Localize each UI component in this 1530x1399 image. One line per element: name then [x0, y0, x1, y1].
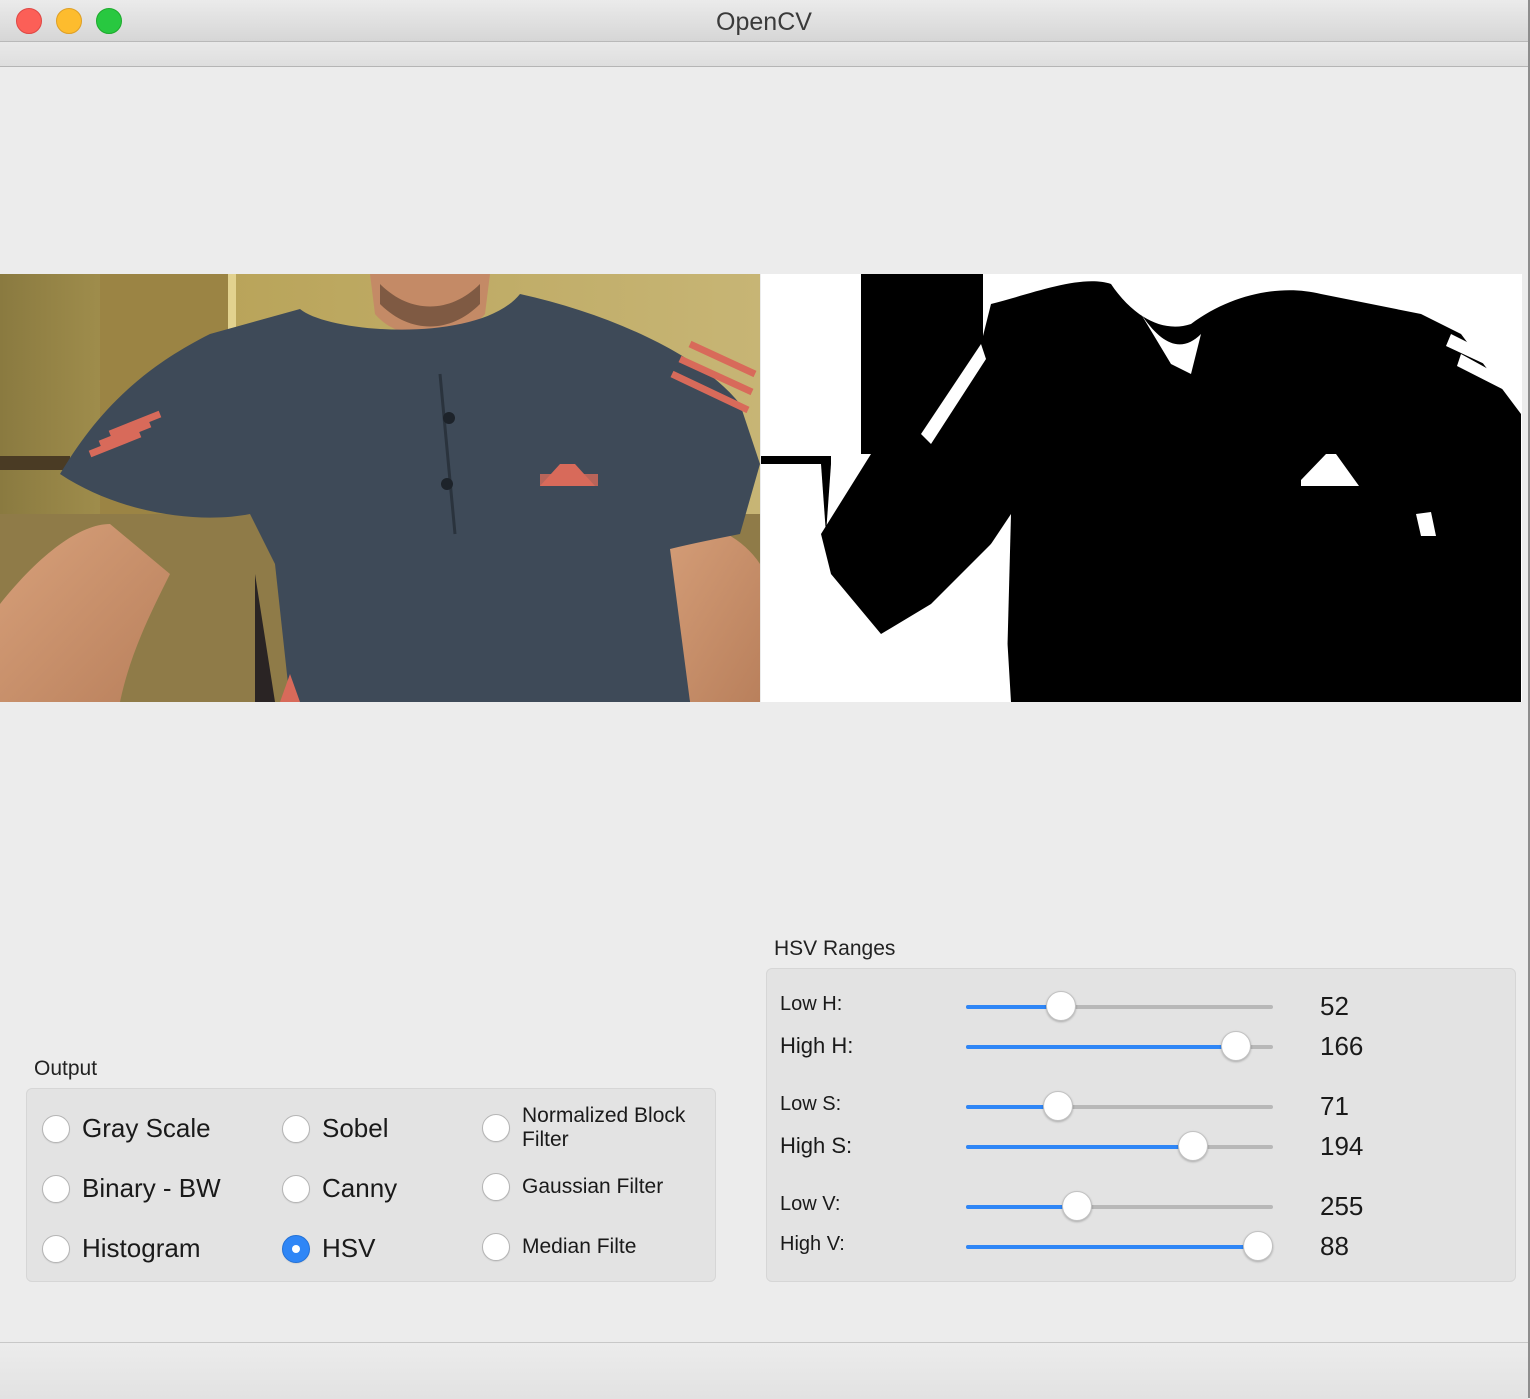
slider-label: Low H:: [780, 993, 843, 1015]
slider-fill: [966, 1205, 1077, 1209]
slider-value: 52: [1320, 991, 1349, 1021]
output-group-label: Output: [34, 1057, 98, 1080]
radio-label: Normalized Block Filter: [522, 1104, 686, 1151]
slider-thumb[interactable]: [1178, 1131, 1209, 1161]
slider-row-low-v: Low V: 255: [780, 1187, 1500, 1227]
slider-track[interactable]: [966, 1131, 1273, 1161]
hsv-mask-view: [761, 274, 1522, 702]
slider-thumb[interactable]: [1046, 991, 1077, 1021]
hsv-group-label: HSV Ranges: [774, 937, 896, 960]
radio-circle[interactable]: [42, 1174, 70, 1203]
slider-thumb[interactable]: [1043, 1091, 1074, 1121]
slider-row-high-v: High V: 88: [780, 1227, 1500, 1267]
slider-label: High H:: [780, 1033, 854, 1058]
radio-circle[interactable]: [482, 1114, 510, 1142]
slider-value: 71: [1320, 1091, 1349, 1121]
slider-track[interactable]: [966, 1231, 1273, 1261]
camera-view: [0, 274, 760, 702]
title-bar: OpenCV: [0, 0, 1528, 42]
slider-row-high-h: High H: 166: [780, 1027, 1500, 1067]
radio-median-filter[interactable]: Median Filte: [482, 1233, 636, 1261]
radio-circle[interactable]: [42, 1234, 70, 1263]
slider-track[interactable]: [966, 1191, 1273, 1221]
slider-label: High V:: [780, 1233, 845, 1255]
radio-label: Gray Scale: [82, 1113, 211, 1143]
radio-sobel[interactable]: Sobel: [282, 1113, 389, 1144]
slider-fill: [966, 1245, 1258, 1249]
slider-label: Low S:: [780, 1093, 842, 1115]
radio-hsv[interactable]: HSV: [282, 1233, 375, 1264]
slider-value: 88: [1320, 1231, 1349, 1261]
radio-histogram[interactable]: Histogram: [42, 1233, 200, 1264]
toolbar: [0, 42, 1528, 67]
radio-label: HSV: [322, 1233, 376, 1263]
radio-circle[interactable]: [282, 1174, 310, 1203]
radio-canny[interactable]: Canny: [282, 1173, 397, 1204]
radio-gaussian-filter[interactable]: Gaussian Filter: [482, 1173, 663, 1201]
window-title: OpenCV: [716, 8, 812, 36]
slider-row-high-s: High S: 194: [780, 1127, 1500, 1167]
radio-normalized-block-filter[interactable]: Normalized Block Filter: [482, 1104, 702, 1152]
slider-thumb[interactable]: [1221, 1031, 1252, 1061]
slider-value: 194: [1320, 1131, 1364, 1161]
radio-label: Histogram: [82, 1233, 201, 1263]
radio-binary-bw[interactable]: Binary - BW: [42, 1173, 221, 1204]
radio-circle[interactable]: [282, 1114, 310, 1143]
slider-track[interactable]: [966, 1031, 1273, 1061]
radio-circle[interactable]: [42, 1114, 70, 1143]
slider-label: Low V:: [780, 1193, 841, 1215]
radio-label: Median Filte: [522, 1235, 637, 1258]
slider-value: 166: [1320, 1031, 1364, 1061]
slider-track[interactable]: [966, 1091, 1273, 1121]
slider-thumb[interactable]: [1061, 1191, 1092, 1221]
radio-circle[interactable]: [482, 1173, 510, 1201]
radio-label: Canny: [322, 1173, 398, 1203]
slider-row-low-s: Low S: 71: [780, 1087, 1500, 1127]
status-bar: [0, 1342, 1528, 1399]
radio-gray-scale[interactable]: Gray Scale: [42, 1113, 211, 1144]
slider-row-low-h: Low H: 52: [780, 987, 1500, 1027]
slider-label: High S:: [780, 1133, 853, 1158]
radio-label: Sobel: [322, 1113, 389, 1143]
slider-thumb[interactable]: [1242, 1231, 1273, 1261]
radio-circle[interactable]: [282, 1234, 310, 1263]
slider-fill: [966, 1045, 1237, 1049]
slider-track[interactable]: [966, 991, 1273, 1021]
radio-circle[interactable]: [482, 1233, 510, 1261]
radio-label: Binary - BW: [82, 1173, 221, 1203]
slider-value: 255: [1320, 1191, 1364, 1221]
radio-label: Gaussian Filter: [522, 1175, 664, 1198]
slider-fill: [966, 1145, 1194, 1149]
